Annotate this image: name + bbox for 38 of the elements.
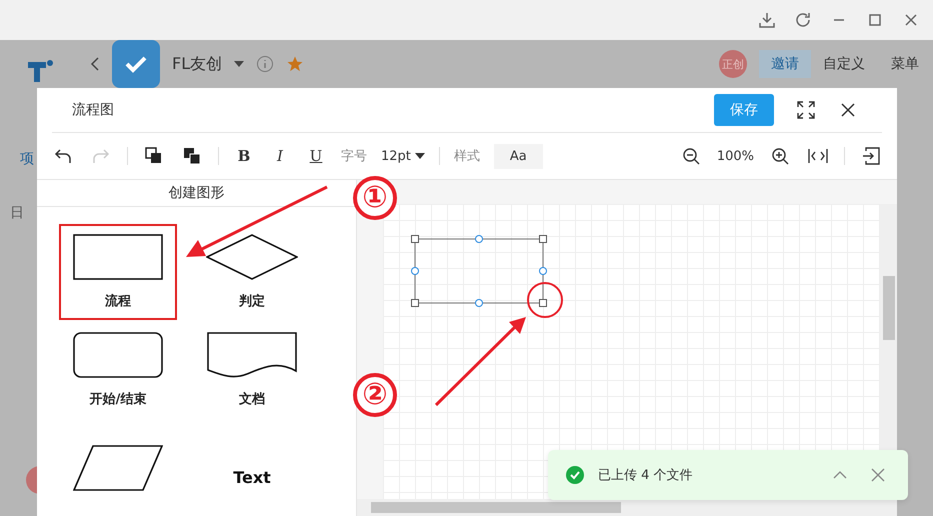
shape-label: 文档 xyxy=(239,390,265,408)
sidebar-item[interactable]: 日 xyxy=(10,204,24,222)
shape-item[interactable]: Text xyxy=(193,420,311,516)
project-name[interactable]: FL友创 xyxy=(172,54,222,74)
selected-rectangle[interactable] xyxy=(409,233,549,309)
parallelogram-shape-icon xyxy=(73,445,163,491)
format-button[interactable]: I xyxy=(269,147,291,165)
shape-item[interactable]: 文档 xyxy=(193,322,311,418)
dialog-title: 流程图 xyxy=(72,101,114,119)
font-size-label: 字号 xyxy=(341,148,367,165)
logo-icon xyxy=(26,58,54,84)
download-icon[interactable] xyxy=(757,10,777,30)
shape-item[interactable]: 判定 xyxy=(193,224,311,320)
toast-message: 已上传 4 个文件 xyxy=(598,467,694,484)
style-label: 样式 xyxy=(454,148,480,165)
text-label: Text xyxy=(233,468,271,486)
caret-icon[interactable] xyxy=(234,61,244,67)
shape-label: 判定 xyxy=(239,292,265,310)
document-shape-icon xyxy=(207,332,297,378)
shape-label: 开始/结束 xyxy=(90,391,146,408)
shape-item[interactable]: 流程 xyxy=(59,224,177,320)
caret-icon xyxy=(414,153,425,159)
annotation-circle xyxy=(527,282,563,318)
star-icon[interactable] xyxy=(286,55,304,73)
diamond-shape-icon xyxy=(206,234,298,280)
rounded-rectangle-icon xyxy=(73,332,163,378)
horizontal-scrollbar[interactable] xyxy=(357,499,897,516)
customize-link[interactable]: 自定义 xyxy=(823,55,865,73)
success-icon xyxy=(566,466,584,484)
zoom-level: 100% xyxy=(716,148,754,164)
format-button[interactable]: B xyxy=(233,147,255,165)
rectangle-shape-icon xyxy=(73,234,163,280)
shape-label: 流程 xyxy=(105,292,131,310)
format-button[interactable]: U xyxy=(305,147,327,165)
style-button[interactable]: Aa xyxy=(494,144,543,168)
menu-link[interactable]: 菜单 xyxy=(891,55,919,73)
shape-item[interactable]: 开始/结束 xyxy=(59,322,177,418)
font-size-dropdown[interactable]: 12pt xyxy=(381,148,425,164)
